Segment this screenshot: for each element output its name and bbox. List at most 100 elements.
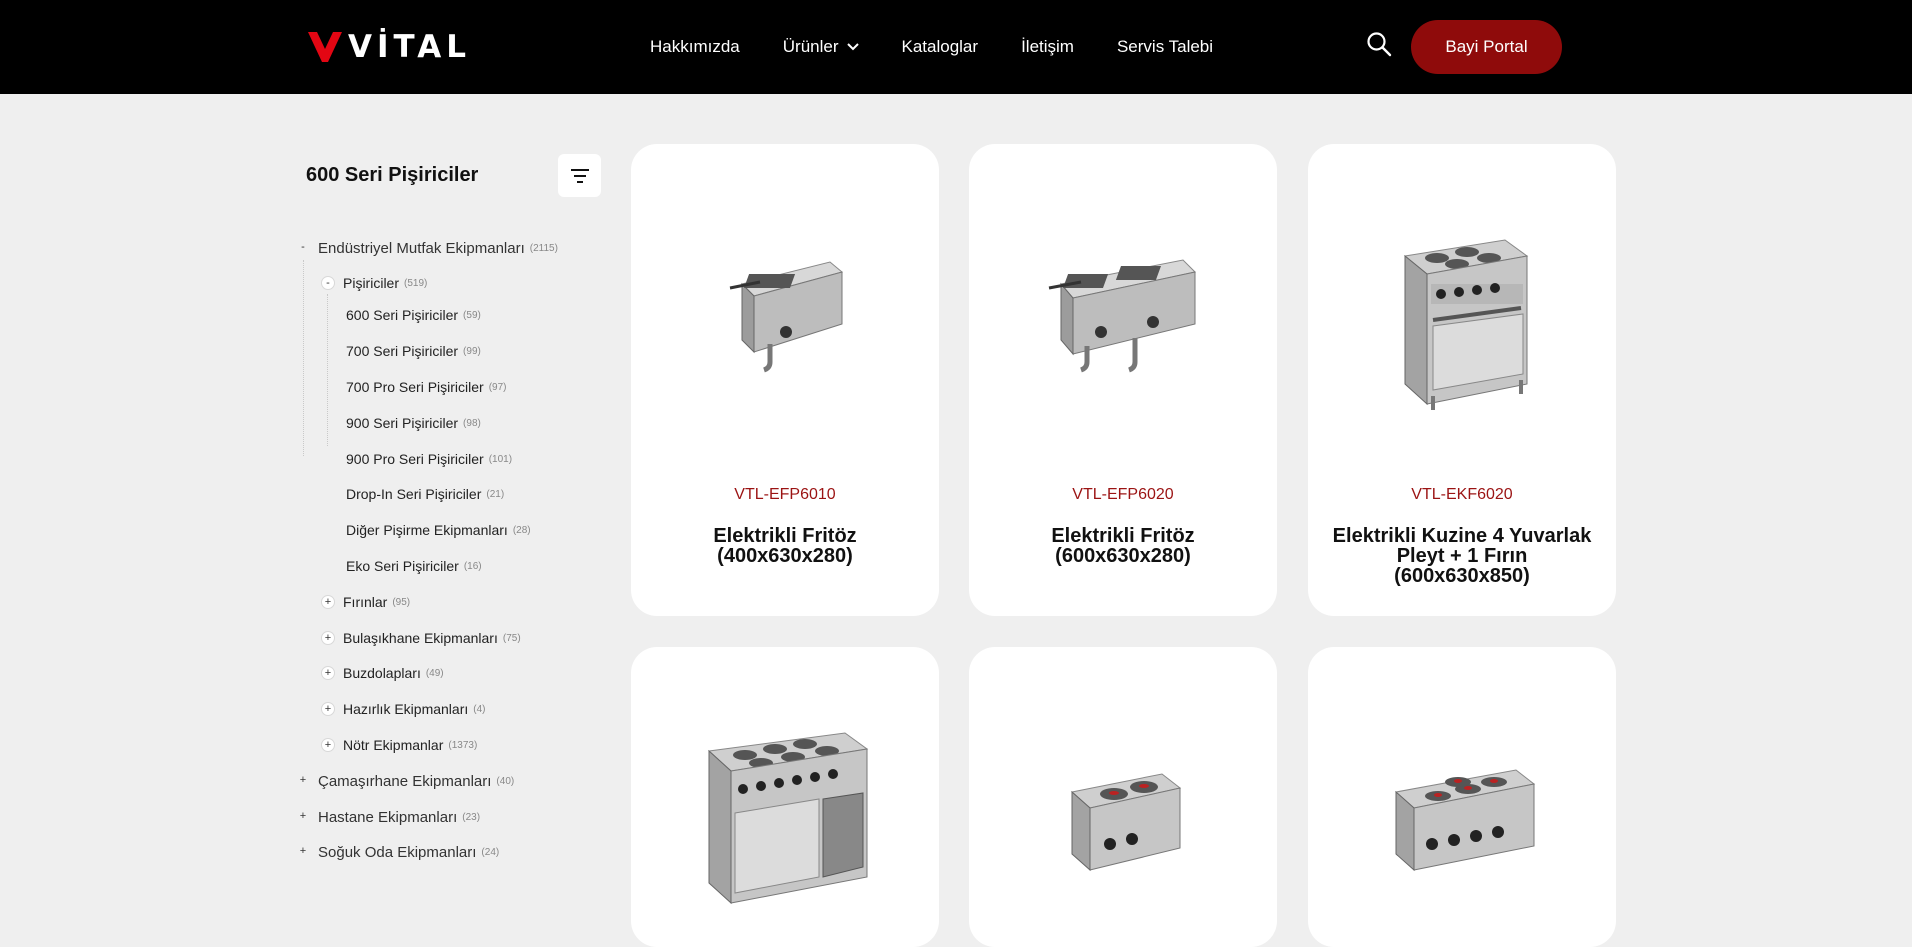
product-image [969,762,1277,882]
tree-label: Hastane Ekipmanları [318,808,458,826]
dealer-portal-button[interactable]: Bayi Portal [1411,20,1562,74]
product-card[interactable] [631,647,939,947]
tree-count: (1373) [448,739,478,751]
tree-item-900-pro-series[interactable]: 900 Pro Seri Pişiriciler (101) [346,449,512,469]
tree-item-ovens[interactable]: + Fırınlar (95) [321,592,410,612]
nav-products[interactable]: Ürünler [783,36,859,58]
tree-label: Endüstriyel Mutfak Ekipmanları [318,239,525,257]
tree-count: (2115) [529,242,558,254]
tree-count: (101) [488,453,513,465]
tree-item-other-cooking[interactable]: Diğer Pişirme Ekipmanları (28) [346,520,531,540]
tree-label: 600 Seri Pişiriciler [346,307,459,323]
product-image [631,727,939,917]
nav-contact-label: İletişim [1021,37,1074,56]
tree-count: (519) [404,277,428,289]
tree-guide [303,260,304,456]
tree-item-neutral[interactable]: + Nötr Ekipmanlar (1373) [321,735,477,755]
top-navigation-bar: VİTAL Hakkımızda Ürünler Kataloglar İlet… [0,0,1912,94]
expand-icon[interactable]: + [321,595,335,609]
tree-guide [327,294,328,446]
tree-count: (21) [486,488,505,500]
tree-count: (40) [496,775,515,787]
tree-label: Soğuk Oda Ekipmanları [318,843,477,861]
main-nav: Hakkımızda Ürünler Kataloglar İletişim S… [650,36,1256,58]
tree-item-700-series[interactable]: 700 Seri Pişiriciler (99) [346,341,481,361]
product-image [969,244,1277,384]
product-sku: VTL-EFP6010 [734,486,836,503]
tree-count: (16) [463,560,482,572]
product-card[interactable] [1308,647,1616,947]
product-card[interactable] [969,647,1277,947]
tree-label: Buzdolapları [343,665,421,681]
brand-logo[interactable]: VİTAL [308,30,471,64]
tree-item-900-series[interactable]: 900 Seri Pişiriciler (98) [346,413,481,433]
tree-count: (49) [425,667,444,679]
nav-service-label: Servis Talebi [1116,37,1214,56]
expand-icon[interactable]: + [296,845,310,859]
tree-item-preparation[interactable]: + Hazırlık Ekipmanları (4) [321,699,486,719]
product-card[interactable]: VTL-EFP6010 Elektrikli Fritöz (400x630x2… [631,144,939,616]
tree-item-cold-room[interactable]: + Soğuk Oda Ekipmanları (24) [296,842,499,862]
expand-icon[interactable]: + [321,702,335,716]
tree-count: (23) [462,811,481,823]
tree-label: Diğer Pişirme Ekipmanları [346,522,508,538]
product-name[interactable]: Elektrikli Fritöz (400x630x280) [651,526,919,566]
tree-item-cookers[interactable]: - Pişiriciler (519) [321,273,427,293]
nav-service-request[interactable]: Servis Talebi [1117,36,1213,58]
tree-item-drop-in-series[interactable]: Drop-In Seri Pişiriciler (21) [346,484,504,504]
tree-count: (59) [463,309,481,321]
chevron-down-icon [846,43,859,51]
product-name[interactable]: Elektrikli Kuzine 4 Yuvarlak Pleyt + 1 F… [1328,526,1596,586]
collapse-icon[interactable]: - [321,276,335,290]
nav-catalogs[interactable]: Kataloglar [902,36,979,58]
tree-item-700-pro-series[interactable]: 700 Pro Seri Pişiriciler (97) [346,377,507,397]
product-card[interactable]: VTL-EKF6020 Elektrikli Kuzine 4 Yuvarlak… [1308,144,1616,616]
tree-item-refrigerators[interactable]: + Buzdolapları (49) [321,663,444,683]
product-sku: VTL-EFP6020 [1072,486,1174,503]
tree-label: Drop-In Seri Pişiriciler [346,486,482,502]
filter-icon [570,168,589,183]
tree-label: Nötr Ekipmanlar [343,737,444,753]
filter-button[interactable] [558,154,601,197]
tree-label: Eko Seri Pişiriciler [346,558,459,574]
collapse-icon[interactable]: - [296,241,310,255]
tree-label: 700 Pro Seri Pişiriciler [346,379,484,395]
tree-count: (28) [512,524,531,536]
tree-label: Fırınlar [343,594,388,610]
nav-catalogs-label: Kataloglar [901,37,979,56]
product-card[interactable]: VTL-EFP6020 Elektrikli Fritöz (600x630x2… [969,144,1277,616]
product-image [1308,762,1616,882]
expand-icon[interactable]: + [296,810,310,824]
brand-mark-icon [308,32,342,62]
tree-label: Hazırlık Ekipmanları [343,701,469,717]
expand-icon[interactable]: + [321,631,335,645]
nav-contact[interactable]: İletişim [1021,36,1074,58]
brand-name: VİTAL [348,29,472,65]
tree-item-eco-series[interactable]: Eko Seri Pişiriciler (16) [346,556,482,576]
tree-label: 900 Pro Seri Pişiriciler [346,451,484,467]
expand-icon[interactable]: + [321,666,335,680]
tree-item-dishwashing[interactable]: + Bulaşıkhane Ekipmanları (75) [321,628,521,648]
sidebar-title: 600 Seri Pişiriciler [306,164,479,186]
tree-item-600-series[interactable]: 600 Seri Pişiriciler (59) [346,305,481,325]
product-image [631,244,939,384]
tree-count: (97) [488,381,507,393]
tree-count: (75) [502,632,521,644]
search-icon[interactable] [1366,31,1392,57]
product-sku: VTL-EKF6020 [1411,486,1513,503]
product-name[interactable]: Elektrikli Fritöz (600x630x280) [989,526,1257,566]
nav-about[interactable]: Hakkımızda [650,36,740,58]
product-image [1308,234,1616,414]
tree-label: Çamaşırhane Ekipmanları [318,772,492,790]
tree-label: Bulaşıkhane Ekipmanları [343,630,498,646]
tree-item-hospital[interactable]: + Hastane Ekipmanları (23) [296,807,480,827]
tree-count: (99) [463,345,481,357]
nav-products-label: Ürünler [782,37,839,56]
tree-count: (4) [473,703,486,715]
expand-icon[interactable]: + [321,738,335,752]
tree-count: (24) [481,846,500,858]
tree-item-industrial-kitchen[interactable]: - Endüstriyel Mutfak Ekipmanları (2115) [296,238,558,258]
expand-icon[interactable]: + [296,774,310,788]
tree-label: 900 Seri Pişiriciler [346,415,459,431]
tree-item-laundry[interactable]: + Çamaşırhane Ekipmanları (40) [296,771,514,791]
